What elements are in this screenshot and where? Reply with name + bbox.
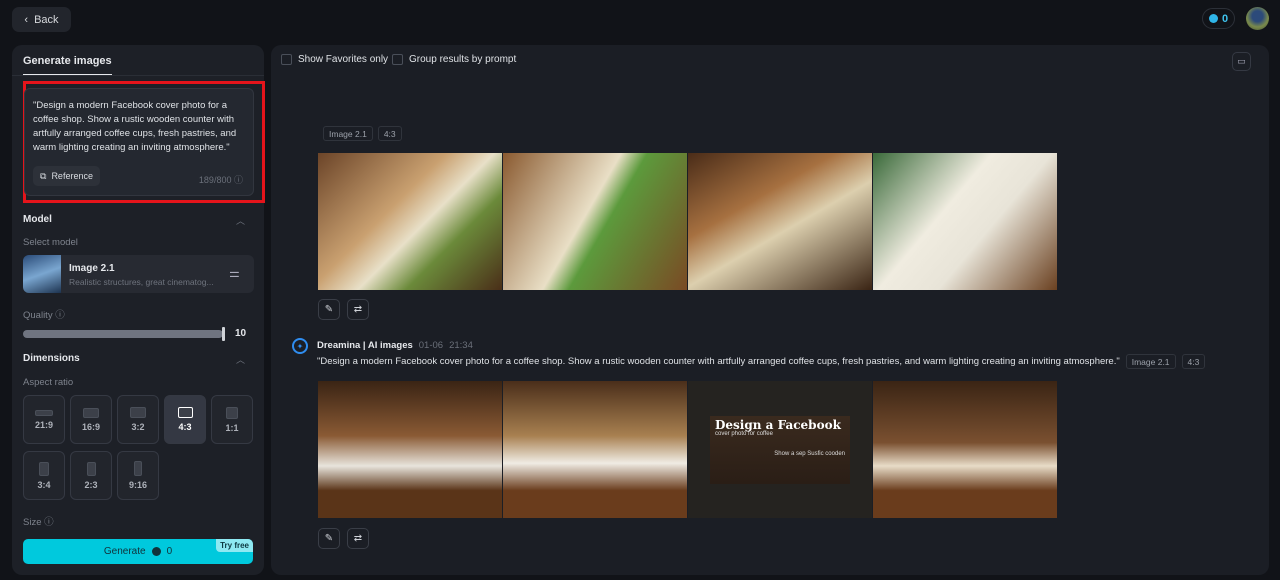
ratio-label: 4:3 <box>178 422 192 432</box>
ratio-label: 21:9 <box>34 419 53 430</box>
ratio-shape-icon <box>130 407 146 418</box>
group2-images: Design a Facebook cover photo for coffee… <box>318 381 1057 518</box>
quality-label: Quality ⓘ <box>23 310 65 321</box>
group-by-prompt-checkbox[interactable]: Group results by prompt <box>392 54 516 65</box>
group2-header: Dreamina | AI images 01-06 21:34 <box>317 340 473 351</box>
select-model-label: Select model <box>23 237 78 248</box>
result-image[interactable] <box>873 153 1057 290</box>
model-desc: Realistic structures, great cinematog... <box>69 277 214 287</box>
result-image[interactable] <box>873 381 1057 518</box>
back-button[interactable]: ‹ Back <box>12 7 71 32</box>
ratio-label: 9:16 <box>128 480 147 490</box>
chevron-up-icon[interactable]: ︿ <box>236 353 245 366</box>
credit-icon <box>1208 14 1218 23</box>
ratio-shape-icon <box>226 406 238 419</box>
result-image[interactable] <box>503 381 687 518</box>
show-favorites-checkbox[interactable]: Show Favorites only <box>281 54 388 65</box>
settings-sliders-icon[interactable]: ⚌ <box>229 266 240 280</box>
aspect-ratio-4-3[interactable]: 4:3 <box>164 395 206 444</box>
results-panel: Show Favorites only Group results by pro… <box>271 45 1269 575</box>
model-tag: Image 2.1 <box>323 126 373 141</box>
slider-handle[interactable] <box>222 327 225 341</box>
regenerate-icon[interactable]: ⇄ <box>347 528 369 549</box>
generate-button[interactable]: Generate 0 Try free <box>23 539 253 564</box>
dimensions-heading: Dimensions <box>23 353 80 364</box>
group1-images <box>318 153 1057 290</box>
ratio-label: 16:9 <box>81 421 100 432</box>
info-icon: ⓘ <box>233 175 243 185</box>
folder-icon[interactable]: ▭ <box>1232 52 1251 71</box>
generate-panel: Generate images "Design a modern Faceboo… <box>12 45 265 575</box>
aspect-ratio-9-16[interactable]: 9:16 <box>117 451 159 500</box>
ratio-shape-icon <box>83 407 99 418</box>
ratio-label: 2:3 <box>84 479 98 490</box>
divider <box>12 75 264 76</box>
ratio-label: 3:2 <box>131 422 145 432</box>
avatar[interactable] <box>1246 7 1269 30</box>
quality-slider[interactable] <box>23 330 223 338</box>
ratio-shape-icon <box>86 461 96 476</box>
char-count: 189/800 ⓘ <box>198 175 243 185</box>
group1-tags: Image 2.1 4:3 <box>323 126 402 141</box>
edit-pencil-icon[interactable]: ✎ <box>318 299 340 320</box>
ratio-tag: 4:3 <box>377 126 402 141</box>
reference-button[interactable]: ⧉ Reference <box>33 166 100 186</box>
quality-value: 10 <box>235 328 247 339</box>
result-image[interactable] <box>688 153 872 290</box>
aspect-ratio-2-3[interactable]: 2:3 <box>70 451 112 500</box>
result-image[interactable] <box>503 153 687 290</box>
result-image[interactable] <box>318 381 502 518</box>
info-icon: ⓘ <box>44 517 54 528</box>
model-thumbnail <box>23 255 61 293</box>
regenerate-icon[interactable]: ⇄ <box>347 299 369 320</box>
chevron-up-icon[interactable]: ︿ <box>236 214 245 227</box>
design-poster: Design a Facebook cover photo for coffee… <box>710 416 850 484</box>
ratio-shape-icon <box>35 409 53 416</box>
result-image[interactable]: Design a Facebook cover photo for coffee… <box>688 381 872 518</box>
credits-badge[interactable]: 0 <box>1202 8 1235 29</box>
group2-prompt-row: "Design a modern Facebook cover photo fo… <box>317 354 1206 369</box>
aspect-ratio-16-9[interactable]: 16:9 <box>70 395 112 444</box>
group2-actions: ✎ ⇄ <box>318 528 369 549</box>
aspect-ratio-label: Aspect ratio <box>23 377 74 388</box>
group1-actions: ✎ ⇄ <box>318 299 369 320</box>
model-heading: Model <box>23 214 52 225</box>
checkbox-box <box>392 54 403 65</box>
try-free-badge: Try free <box>216 539 253 552</box>
size-label: Size ⓘ <box>23 517 54 528</box>
ratio-shape-icon <box>177 407 193 418</box>
image-add-icon: ⧉ <box>40 171 47 181</box>
info-icon: ⓘ <box>55 310 65 321</box>
ratio-label: 3:4 <box>37 479 51 490</box>
chevron-left-icon: ‹ <box>24 13 29 26</box>
model-tag: Image 2.1 <box>1125 354 1176 369</box>
ratio-tag: 4:3 <box>1181 354 1206 369</box>
checkbox-box <box>281 54 292 65</box>
model-name: Image 2.1 <box>69 263 115 274</box>
dreamina-logo-icon: ✦ <box>292 338 308 354</box>
model-selector[interactable]: Image 2.1 Realistic structures, great ci… <box>23 255 254 293</box>
credit-icon <box>151 547 161 556</box>
group2-prompt[interactable]: "Design a modern Facebook cover photo fo… <box>317 356 1120 367</box>
aspect-ratio-3-2[interactable]: 3:2 <box>117 395 159 444</box>
prompt-input[interactable]: "Design a modern Facebook cover photo fo… <box>24 88 254 196</box>
ratio-shape-icon <box>39 461 49 476</box>
aspect-ratio-3-4[interactable]: 3:4 <box>23 451 65 500</box>
aspect-ratio-21-9[interactable]: 21:9 <box>23 395 65 444</box>
ratio-label: 1:1 <box>225 422 239 433</box>
result-image[interactable] <box>318 153 502 290</box>
edit-pencil-icon[interactable]: ✎ <box>318 528 340 549</box>
tab-generate-images[interactable]: Generate images <box>23 55 112 76</box>
aspect-ratio-1-1[interactable]: 1:1 <box>211 395 253 444</box>
ratio-shape-icon <box>134 461 142 476</box>
